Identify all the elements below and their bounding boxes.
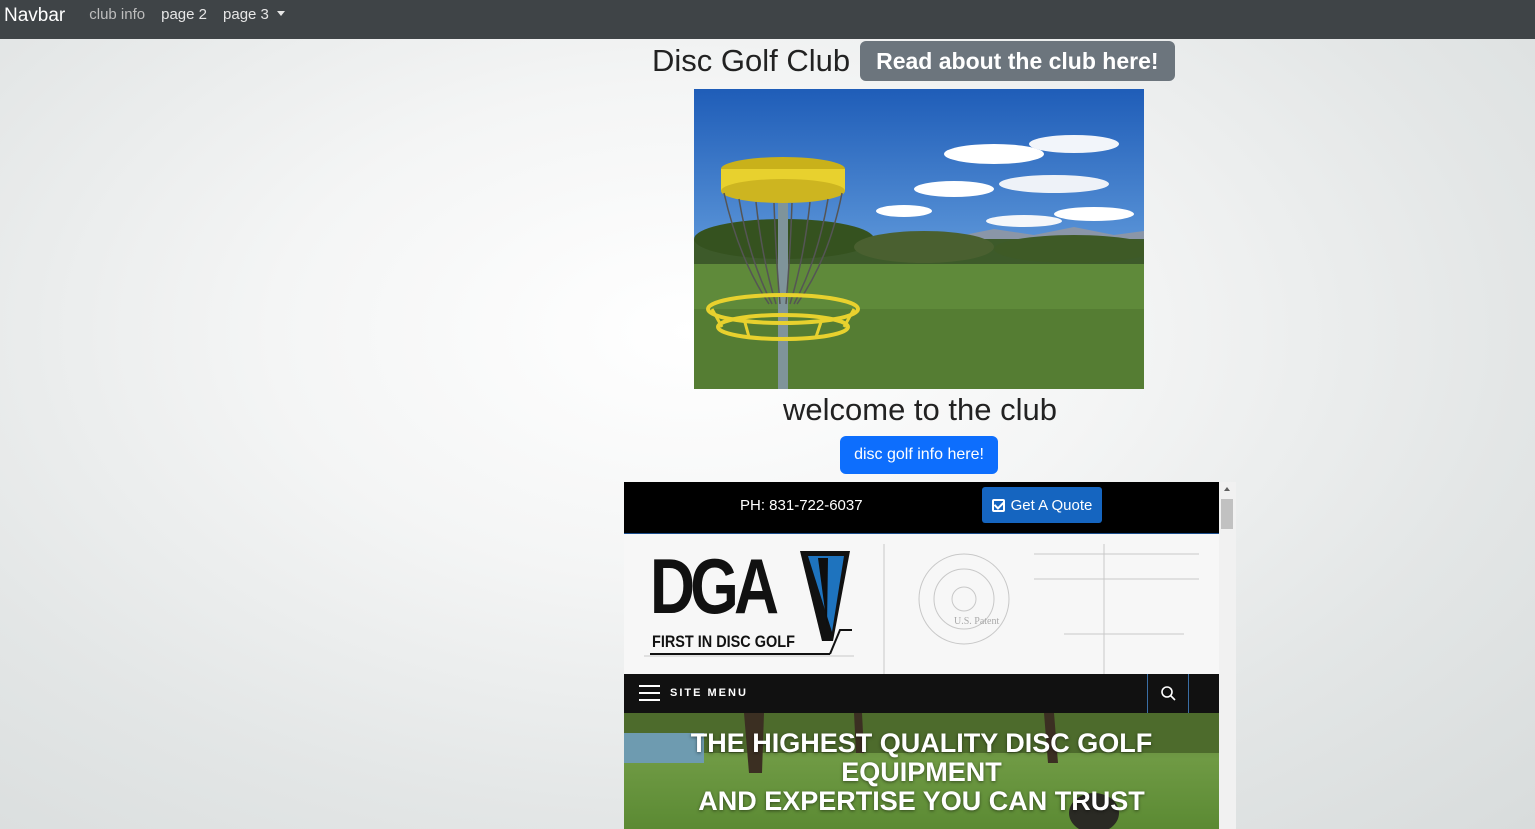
- search-button[interactable]: [1147, 674, 1189, 713]
- hero-line-1: THE HIGHEST QUALITY DISC GOLF: [690, 728, 1153, 758]
- disc-golf-basket-logo-icon: [650, 551, 852, 655]
- embedded-site-frame[interactable]: PH: 831-722-6037 Get A Quote U.S. Patent…: [624, 482, 1236, 829]
- read-about-club-button[interactable]: Read about the club here!: [860, 41, 1175, 81]
- navbar: Navbar club info page 2 page 3: [0, 0, 1535, 39]
- embed-hero-banner: THE HIGHEST QUALITY DISC GOLF EQUIPMENT …: [624, 713, 1219, 829]
- disc-golf-basket-image: [694, 89, 1144, 389]
- caret-down-icon: [276, 11, 285, 16]
- get-a-quote-button[interactable]: Get A Quote: [982, 487, 1102, 523]
- navbar-brand[interactable]: Navbar: [4, 5, 65, 27]
- nav-dropdown-label: page 3: [223, 6, 269, 23]
- phone-number[interactable]: PH: 831-722-6037: [740, 497, 863, 514]
- site-menu-label[interactable]: SITE MENU: [670, 687, 748, 699]
- checkbox-icon: [991, 498, 1005, 512]
- welcome-heading: welcome to the club: [783, 392, 1057, 427]
- nav-link-page-2[interactable]: page 2: [161, 6, 207, 23]
- disc-golf-info-button[interactable]: disc golf info here!: [840, 436, 998, 474]
- hero-line-2: EQUIPMENT: [841, 757, 1002, 787]
- site-menu-bar: SITE MENU: [624, 674, 1219, 713]
- nav-dropdown-page-3[interactable]: page 3: [223, 6, 285, 23]
- page-title: Disc Golf Club: [652, 43, 851, 78]
- embed-topbar: PH: 831-722-6037 Get A Quote: [624, 482, 1219, 534]
- hero-heading: THE HIGHEST QUALITY DISC GOLF EQUIPMENT …: [624, 729, 1219, 816]
- title-row: Disc Golf Club Read about the club here!: [652, 41, 1175, 81]
- blueprint-text: U.S. Patent: [954, 616, 1000, 627]
- get-a-quote-label: Get A Quote: [1010, 496, 1093, 514]
- hamburger-menu-icon[interactable]: [639, 685, 660, 701]
- nav-link-club-info[interactable]: club info: [89, 6, 145, 23]
- embed-scrollbar[interactable]: [1219, 482, 1236, 829]
- hero-line-3: AND EXPERTISE YOU CAN TRUST: [698, 786, 1145, 816]
- embed-logo-area: U.S. Patent DGA FIRST IN DISC GOLF: [624, 534, 1219, 674]
- search-icon: [1161, 686, 1176, 701]
- scroll-up-arrow-icon[interactable]: [1224, 487, 1230, 491]
- scrollbar-thumb[interactable]: [1221, 499, 1233, 529]
